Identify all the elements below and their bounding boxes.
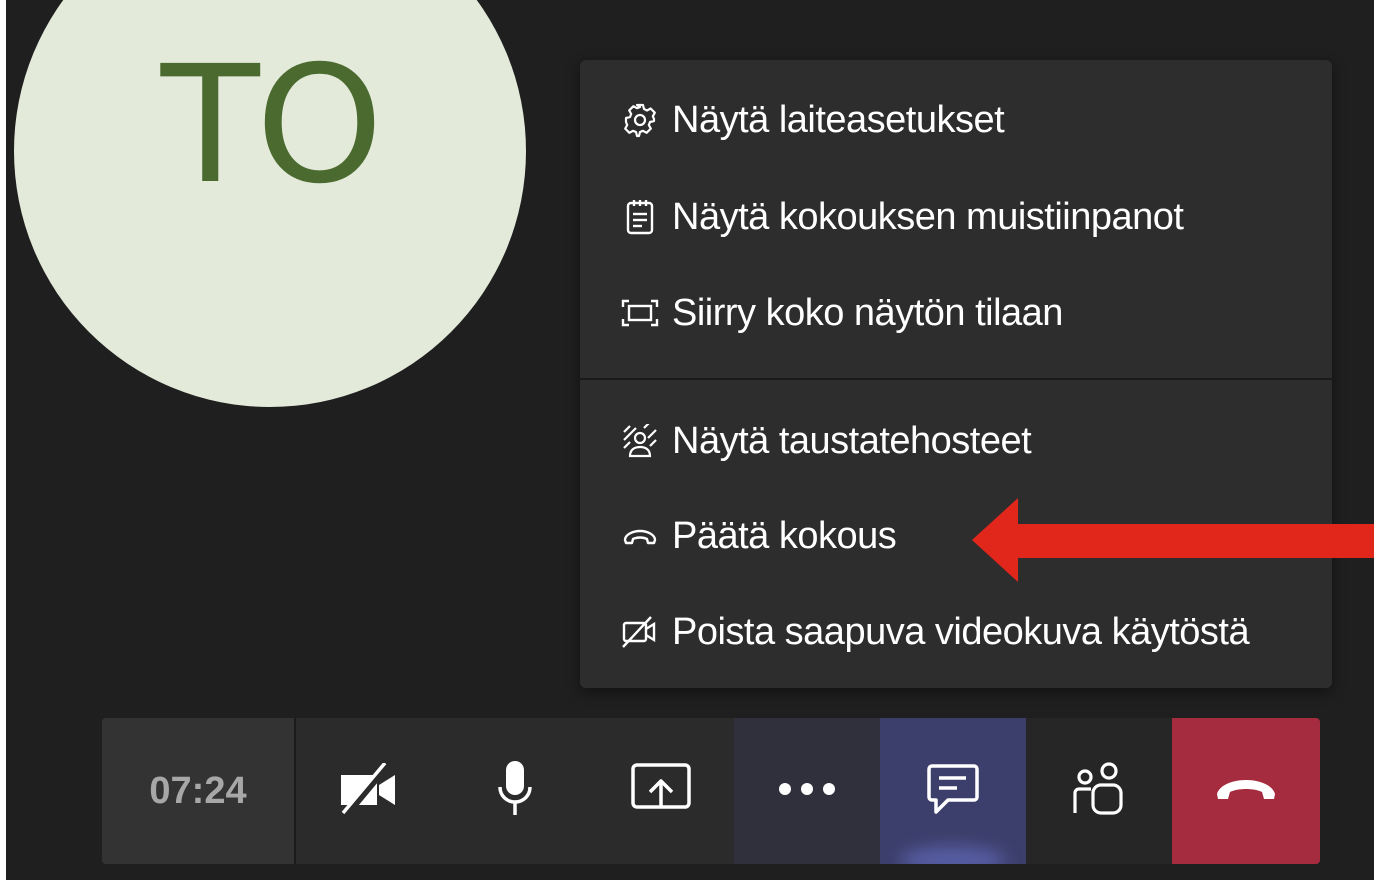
- more-options-icon: [777, 782, 837, 801]
- camera-toggle-button[interactable]: [296, 718, 442, 864]
- notepad-icon: [620, 197, 660, 237]
- red-arrow-annotation: [972, 498, 1374, 582]
- more-actions-menu: Näytä laiteasetukset Näytä kokouksen mui…: [580, 60, 1332, 688]
- menu-item-label: Siirry koko näytön tilaan: [672, 291, 1063, 334]
- menu-item-label: Näytä kokouksen muistiinpanot: [672, 195, 1184, 238]
- video-off-icon: [620, 612, 660, 652]
- meeting-stage: TO Näytä laiteasetukset Näytä kokouksen …: [6, 0, 1374, 880]
- leave-call-button[interactable]: [1172, 718, 1320, 864]
- menu-item-meeting-notes[interactable]: Näytä kokouksen muistiinpanot: [580, 169, 1332, 265]
- menu-item-label: Näytä laiteasetukset: [672, 98, 1005, 141]
- menu-item-disable-incoming-video[interactable]: Poista saapuva videokuva käytöstä: [580, 584, 1332, 680]
- chat-button[interactable]: [880, 718, 1026, 864]
- participants-icon: [1071, 761, 1127, 822]
- chat-icon: [926, 762, 980, 821]
- share-screen-icon: [630, 762, 692, 821]
- background-effects-icon: [620, 421, 660, 461]
- hang-up-icon: [1215, 776, 1277, 807]
- menu-item-background-effects[interactable]: Näytä taustatehosteet: [580, 393, 1332, 489]
- hang-up-icon: [620, 516, 660, 556]
- gear-icon: [620, 100, 660, 140]
- menu-item-fullscreen[interactable]: Siirry koko näytön tilaan: [580, 265, 1332, 361]
- microphone-icon: [495, 759, 535, 824]
- menu-item-label: Päätä kokous: [672, 514, 897, 557]
- menu-item-device-settings[interactable]: Näytä laiteasetukset: [580, 72, 1332, 168]
- camera-off-icon: [337, 761, 401, 820]
- call-timer: 07:24: [102, 718, 296, 864]
- menu-divider: [580, 378, 1332, 380]
- fullscreen-icon: [620, 293, 660, 333]
- more-options-button[interactable]: [734, 718, 880, 864]
- participants-button[interactable]: [1026, 718, 1172, 864]
- call-controls-toolbar: 07:24: [102, 718, 1320, 864]
- participant-avatar: TO: [14, 0, 526, 407]
- menu-item-label: Poista saapuva videokuva käytöstä: [672, 610, 1250, 653]
- microphone-toggle-button[interactable]: [442, 718, 588, 864]
- share-screen-button[interactable]: [588, 718, 734, 864]
- menu-item-label: Näytä taustatehosteet: [672, 419, 1032, 462]
- avatar-initials: TO: [160, 32, 383, 220]
